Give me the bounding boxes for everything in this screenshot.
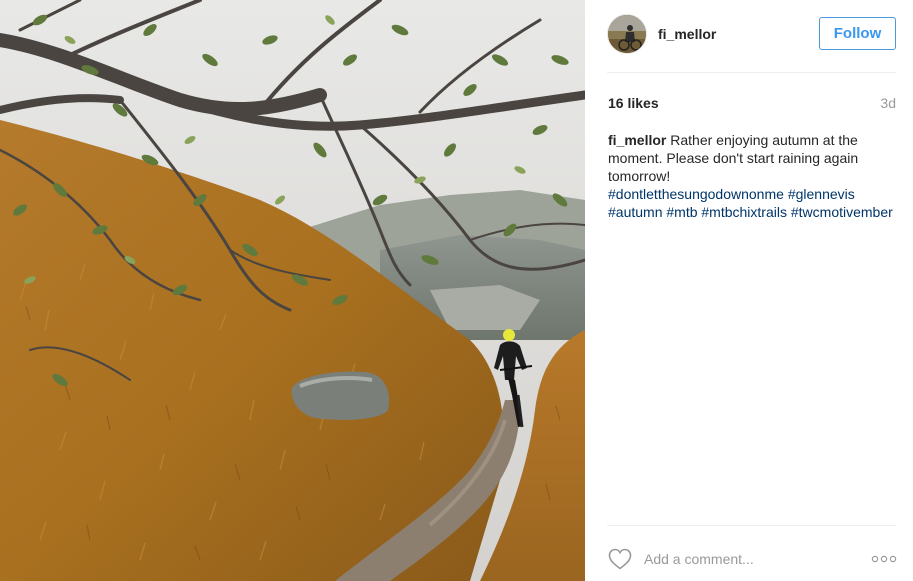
- post-header: fi_mellor Follow: [585, 0, 913, 72]
- hashtag-link[interactable]: #autumn: [608, 204, 662, 220]
- instagram-post: fi_mellor Follow 16 likes 3d fi_mellor R…: [0, 0, 913, 581]
- hashtag-link[interactable]: #twcmotivember: [791, 204, 893, 220]
- post-caption: fi_mellor Rather enjoying autumn at the …: [608, 131, 893, 221]
- avatar-image: [608, 15, 646, 53]
- hashtag-link[interactable]: #glennevis: [788, 186, 855, 202]
- likes-count[interactable]: 16 likes: [608, 95, 659, 111]
- mountain-bike-trail-image: [0, 0, 585, 581]
- comment-bar: [585, 526, 913, 581]
- follow-button[interactable]: Follow: [819, 17, 896, 50]
- caption-author-link[interactable]: fi_mellor: [608, 132, 666, 148]
- post-photo[interactable]: [0, 0, 585, 581]
- hashtag-link[interactable]: #mtbchixtrails: [701, 204, 787, 220]
- post-side-panel: fi_mellor Follow 16 likes 3d fi_mellor R…: [585, 0, 913, 581]
- hashtag-link[interactable]: #mtb: [666, 204, 697, 220]
- more-options-icon[interactable]: [871, 554, 897, 564]
- hashtag-link[interactable]: #dontletthesungodownonme: [608, 186, 784, 202]
- add-comment-input[interactable]: [644, 548, 864, 570]
- avatar[interactable]: [607, 14, 647, 54]
- heart-outline-icon[interactable]: [608, 548, 632, 570]
- post-timestamp[interactable]: 3d: [880, 95, 896, 111]
- header-divider: [607, 72, 896, 73]
- username-link[interactable]: fi_mellor: [658, 26, 716, 42]
